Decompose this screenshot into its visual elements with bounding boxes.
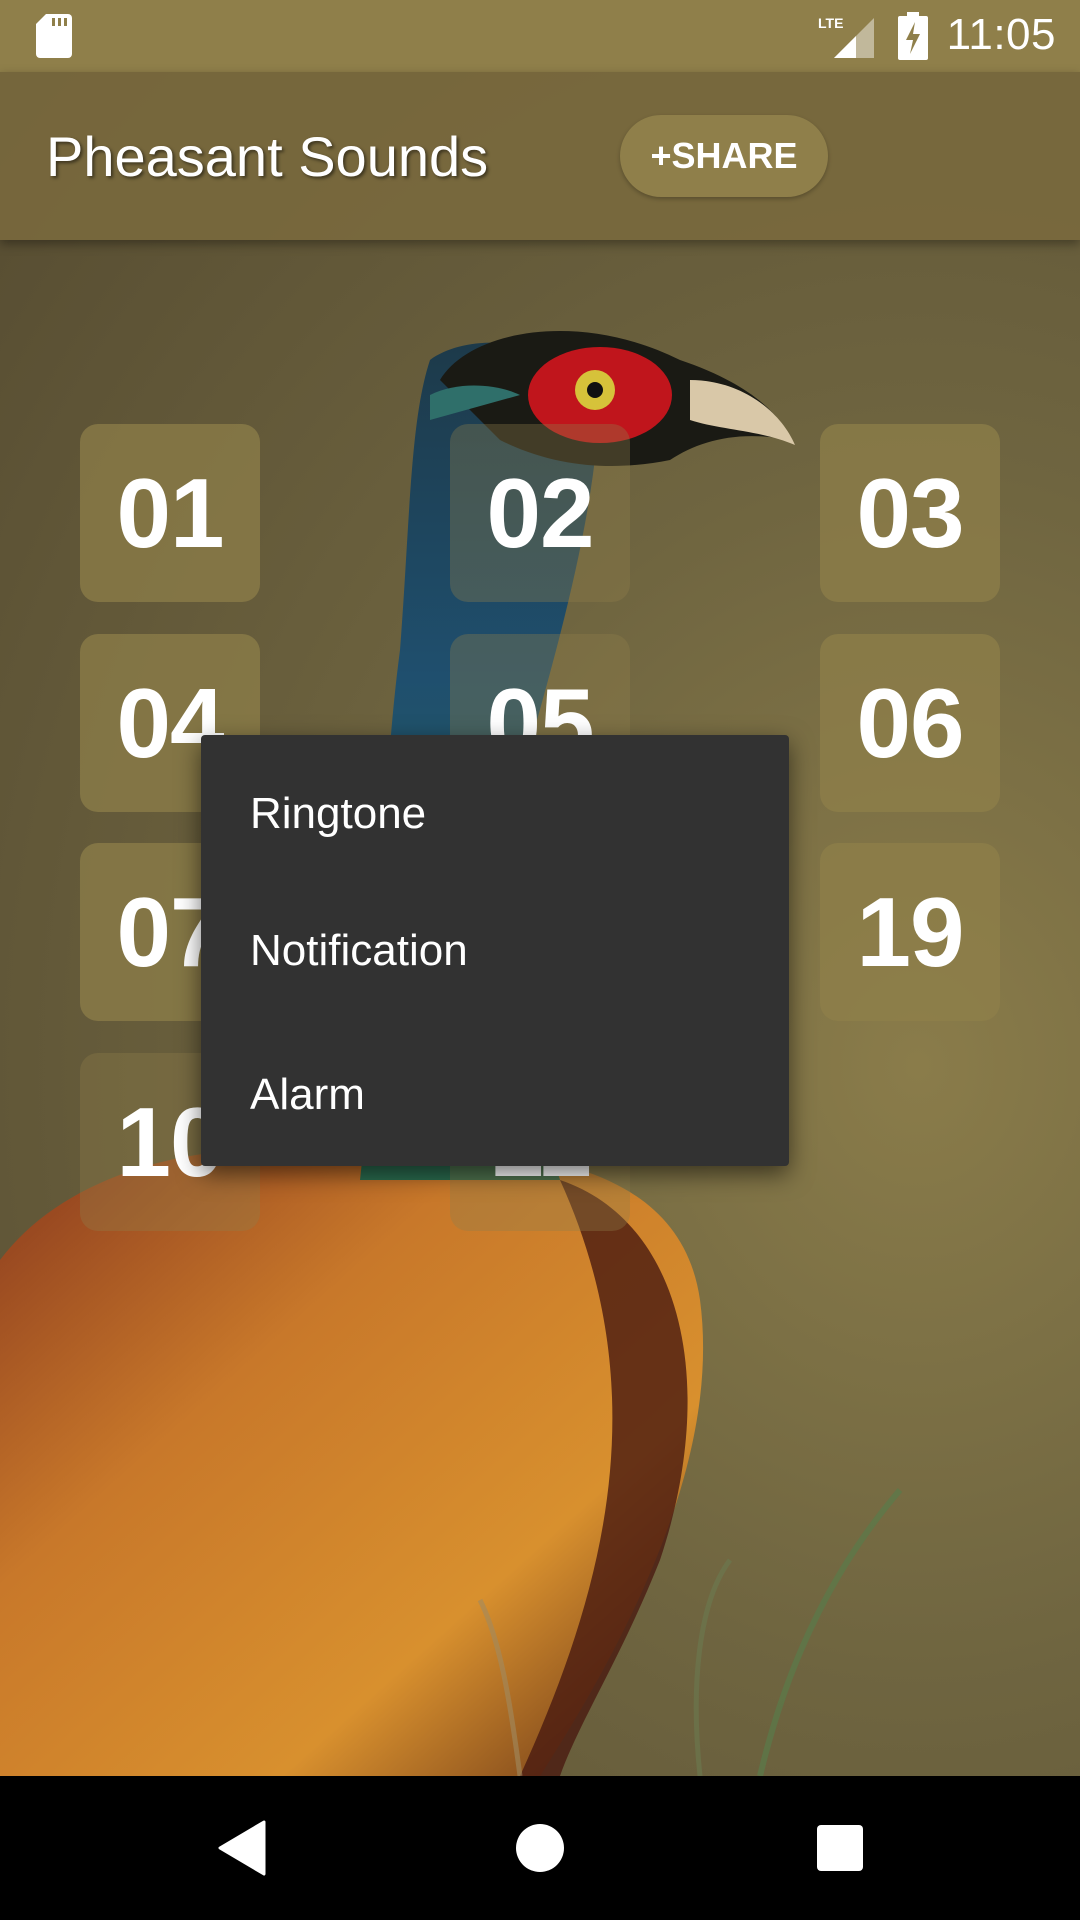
lte-label: LTE bbox=[818, 15, 843, 31]
sound-tile-03[interactable]: 03 bbox=[820, 424, 1000, 602]
home-icon[interactable] bbox=[516, 1824, 564, 1872]
app-title: Pheasant Sounds bbox=[46, 125, 489, 188]
lte-signal-icon: LTE bbox=[818, 15, 874, 58]
app-toolbar: Pheasant Sounds +SHARE bbox=[0, 72, 1080, 240]
menu-item-ringtone[interactable]: Ringtone bbox=[201, 749, 789, 879]
clock: 11:05 bbox=[946, 10, 1056, 59]
menu-item-alarm[interactable]: Alarm bbox=[201, 1023, 789, 1167]
screen: LTE 11:05 Pheasant Sounds +SHARE 01 02 0… bbox=[0, 0, 1080, 1920]
menu-item-notification[interactable]: Notification bbox=[201, 879, 789, 1023]
status-bar: LTE 11:05 bbox=[0, 0, 1080, 72]
sound-tile-01[interactable]: 01 bbox=[80, 424, 260, 602]
back-icon[interactable] bbox=[216, 1820, 266, 1876]
sd-card-icon bbox=[36, 14, 72, 58]
sound-tile-02[interactable]: 02 bbox=[450, 424, 630, 602]
share-button[interactable]: +SHARE bbox=[620, 115, 828, 197]
sound-tile-06[interactable]: 06 bbox=[820, 634, 1000, 812]
sound-tile-19[interactable]: 19 bbox=[820, 843, 1000, 1021]
battery-charging-icon bbox=[898, 12, 928, 60]
set-as-popup-menu: Ringtone Notification Alarm bbox=[201, 735, 789, 1166]
recents-icon[interactable] bbox=[817, 1825, 863, 1871]
